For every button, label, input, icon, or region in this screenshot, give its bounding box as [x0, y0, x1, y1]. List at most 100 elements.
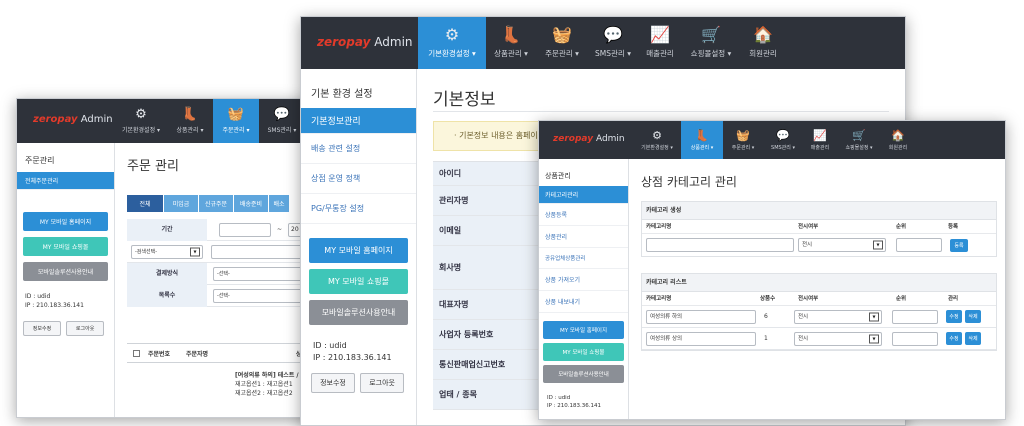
nav-item-sales[interactable]: 📈 매출관리 [638, 17, 682, 69]
cart-icon: 🛒 [852, 128, 866, 142]
search-type-select[interactable]: -검색선택- ▾ [131, 244, 203, 259]
tab-new-orders[interactable]: 신규주문 [199, 195, 233, 212]
mobile-shop-button[interactable]: MY 모바일 쇼핑몰 [543, 343, 624, 361]
chevron-down-icon: ▾ [869, 334, 879, 343]
period-row: 기간 ~ 20 [127, 218, 323, 241]
user-ip: IP : 210.183.36.141 [547, 403, 602, 409]
brand-logo[interactable]: zeropay Admin [553, 134, 625, 144]
register-category-button[interactable]: 등록 [950, 238, 968, 252]
tab-unpaid[interactable]: 미입금 [164, 195, 198, 212]
logout-button[interactable]: 로그아웃 [360, 373, 405, 393]
nav-item-members[interactable]: 🏠 회원관리 [881, 121, 915, 159]
delete-category-button[interactable]: 삭제 [965, 310, 981, 323]
sidebar-item-all-orders[interactable]: 전체주문관리 [17, 172, 114, 190]
select-all-checkbox[interactable] [133, 349, 140, 357]
nav-item-sms[interactable]: 💬 SMS관리 ▾ [588, 17, 638, 69]
mobile-guide-button[interactable]: 모바일솔루션사용안내 [543, 365, 624, 383]
nav-item-members[interactable]: 🏠 회원관리 [740, 17, 786, 69]
mobile-shop-button[interactable]: MY 모바일 쇼핑몰 [23, 237, 108, 256]
tab-shipping-prep[interactable]: 배송준비 [234, 195, 268, 212]
chat-icon: 💬 [603, 25, 623, 44]
brand-logo[interactable]: zeropay Admin [317, 35, 413, 49]
list-count-row: 목록수 -선택- [127, 284, 323, 307]
order-status-tabs: 전체 미입금 신규주문 배송준비 배소 [127, 195, 289, 212]
home-icon: 🏠 [753, 25, 773, 44]
nav-item-sales[interactable]: 📈 매출관리 [803, 121, 837, 159]
basket-icon: 🧺 [227, 107, 245, 122]
edit-category-button[interactable]: 수정 [946, 332, 962, 345]
delete-category-button[interactable]: 삭제 [965, 332, 981, 345]
col-orderer: 주문자명 [186, 350, 209, 358]
sidebar-item-import[interactable]: 상품 가져오기 [539, 269, 628, 291]
gear-icon: ⚙ [652, 128, 662, 142]
sidebar-item-shared-products[interactable]: 공유업체상품관리 [539, 248, 628, 269]
nav-item-mall-settings[interactable]: 🛒 쇼핑몰설정 ▾ [837, 121, 881, 159]
mobile-shop-button[interactable]: MY 모바일 쇼핑몰 [309, 269, 408, 294]
user-actions: 정보수정 로그아웃 [311, 370, 406, 393]
category-display-select[interactable]: 전시 ▾ [794, 331, 882, 346]
nav-item-products[interactable]: 👢 상품관리 ▾ [167, 99, 213, 143]
nav-item-sms[interactable]: 💬 SMS관리 ▾ [259, 99, 305, 143]
logout-button[interactable]: 로그아웃 [66, 321, 105, 336]
sidebar-item-export[interactable]: 상품 내보내기 [539, 291, 628, 313]
new-category-display-select[interactable]: 전시 ▾ [798, 238, 886, 252]
boots-icon: 👢 [501, 25, 521, 44]
category-rank-input[interactable] [892, 331, 938, 346]
nav-item-settings[interactable]: ⚙ 기본환경설정 ▾ [418, 17, 486, 69]
cart-icon: 🛒 [701, 25, 721, 44]
list-cols: 카테고리명 상품수 전시여부 순위 관리 [642, 292, 996, 306]
brand-logo[interactable]: zeropay Admin [33, 114, 113, 125]
payment-label: 결제방식 [127, 262, 207, 285]
nav-item-settings[interactable]: ⚙ 기본환경설정 ▾ [115, 99, 167, 143]
date-tilde: ~ [277, 226, 283, 233]
category-rank-input[interactable] [892, 309, 938, 324]
category-name-input[interactable]: 여성의류 하의 [646, 309, 756, 324]
boots-icon: 👢 [181, 107, 199, 122]
label-admin-name: 관리자명 [433, 186, 553, 216]
sidebar: 기본 환경 설정 기본정보관리 배송 관련 설정 상점 운영 정책 PG/무통장… [301, 69, 417, 425]
sidebar-item-pg[interactable]: PG/무통장 설정 [301, 194, 416, 224]
category-name-input[interactable]: 여성의류 상의 [646, 331, 756, 346]
mobile-home-button[interactable]: MY 모바일 홈페이지 [23, 212, 108, 231]
category-list-section: 카테고리 리스트 카테고리명 상품수 전시여부 순위 관리 여성의류 하의 6 … [641, 273, 997, 351]
main-nav: ⚙ 기본환경설정 ▾ 👢 상품관리 ▾ 🧺 주문관리 ▾ 💬 SMS관리 ▾ [115, 99, 305, 143]
nav-item-settings[interactable]: ⚙ 기본환경설정 ▾ [633, 121, 681, 159]
new-category-rank-input[interactable] [896, 238, 942, 252]
col-order-no: 주문번호 [148, 350, 171, 358]
sidebar-item-product-register[interactable]: 상품등록 [539, 204, 628, 226]
tab-shipping[interactable]: 배소 [269, 195, 289, 212]
sidebar-item-basic-info[interactable]: 기본정보관리 [301, 108, 416, 134]
edit-info-button[interactable]: 정보수정 [311, 373, 355, 393]
info-form: 아이디 관리자명 이메일 회사명 대표자명 사업자 등록번호 통신판매업신고번호… [433, 161, 553, 410]
chat-icon: 💬 [273, 107, 291, 122]
list-count-select[interactable]: -선택- [213, 288, 313, 303]
tab-all[interactable]: 전체 [127, 195, 163, 212]
edit-info-button[interactable]: 정보수정 [23, 321, 61, 336]
category-display-select[interactable]: 전시 ▾ [794, 309, 882, 324]
mobile-home-button[interactable]: MY 모바일 홈페이지 [543, 321, 624, 339]
payment-select[interactable]: -선택- [213, 266, 313, 281]
mobile-guide-button[interactable]: 모바일솔루션사용안내 [309, 300, 408, 325]
date-start-input[interactable] [219, 222, 271, 237]
sidebar-item-policy[interactable]: 상점 운영 정책 [301, 164, 416, 194]
sidebar-item-shipping[interactable]: 배송 관련 설정 [301, 134, 416, 164]
nav-item-products[interactable]: 👢 상품관리 ▾ [486, 17, 536, 69]
label-id: 아이디 [433, 162, 553, 186]
nav-item-products[interactable]: 👢 상품관리 ▾ [681, 121, 723, 159]
nav-item-orders[interactable]: 🧺 주문관리 ▾ [536, 17, 588, 69]
nav-item-mall-settings[interactable]: 🛒 쇼핑몰설정 ▾ [682, 17, 740, 69]
sidebar-item-product-manage[interactable]: 상품관리 [539, 226, 628, 248]
top-nav-bar: zeropay Admin ⚙ 기본환경설정 ▾ 👢 상품관리 ▾ 🧺 주문관리… [539, 121, 1005, 159]
nav-item-orders[interactable]: 🧺 주문관리 ▾ [213, 99, 259, 143]
sidebar: 상품관리 카테고리관리 상품등록 상품관리 공유업체상품관리 상품 가져오기 상… [539, 159, 629, 419]
user-ip: IP : 210.183.36.141 [25, 302, 84, 309]
mobile-home-button[interactable]: MY 모바일 홈페이지 [309, 238, 408, 263]
top-nav-bar: zeropay Admin ⚙ 기본환경설정 ▾ 👢 상품관리 ▾ 🧺 주문관리… [17, 99, 323, 143]
nav-item-orders[interactable]: 🧺 주문관리 ▾ [723, 121, 763, 159]
sidebar-item-category[interactable]: 카테고리관리 [539, 186, 628, 204]
mobile-guide-button[interactable]: 모바일솔루션사용안내 [23, 262, 108, 281]
home-icon: 🏠 [891, 128, 905, 142]
edit-category-button[interactable]: 수정 [946, 310, 962, 323]
nav-item-sms[interactable]: 💬 SMS관리 ▾ [763, 121, 803, 159]
new-category-name-input[interactable] [646, 238, 794, 252]
